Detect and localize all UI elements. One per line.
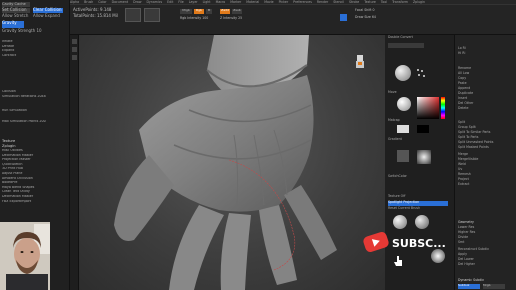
draw-mode-button[interactable] <box>125 8 141 22</box>
subscribe-overlay[interactable]: SUBSC... <box>352 228 446 268</box>
hand-sculpt-model <box>114 35 337 290</box>
zadd-button[interactable]: Zadd <box>220 8 230 14</box>
gravity-strength-slider[interactable]: Gravity Strength 10 <box>2 28 62 34</box>
focal-shift-slider[interactable]: Focal Shift 0 <box>355 8 375 13</box>
top-toolbar: ActivePoints: 9.148 TotalPoints: 15.814 … <box>70 5 516 35</box>
subtool-column: Lo Ri Hi Ri Rename All Low Copy Paste Ap… <box>455 35 516 290</box>
swatch-icon[interactable] <box>397 125 409 133</box>
viewport-canvas[interactable] <box>79 35 385 290</box>
double-convert-button[interactable]: Double Convert <box>388 35 413 40</box>
tool-tab[interactable] <box>388 43 424 48</box>
dots-alpha-icon[interactable] <box>415 67 427 79</box>
material-sphere-icon[interactable] <box>397 97 411 111</box>
gradient-label: Gradient <box>388 137 402 141</box>
max-simulation-points-slider[interactable]: Max Simulation Points 200 <box>2 120 66 125</box>
switchcolor-label: SwitchColor <box>388 174 407 178</box>
stroke-icon[interactable] <box>397 150 409 162</box>
z-intensity-slider[interactable]: Z Intensity 25 <box>220 16 242 21</box>
alpha-preview-icon[interactable] <box>431 249 445 263</box>
spotlight-projection-button[interactable]: Spotlight Projection <box>388 200 448 206</box>
simulation-iterations-slider[interactable]: Simulation Iterations 2048 <box>2 95 66 100</box>
move-mode-button[interactable] <box>144 8 160 22</box>
swatch-icon[interactable] <box>417 125 429 133</box>
simulation-section: Collision Simulation Iterations 2048 Run… <box>2 90 66 124</box>
subscribe-text[interactable]: SUBSC... <box>392 237 446 251</box>
mrgb-mode-button[interactable]: Mrgb <box>483 283 505 289</box>
plugin-item[interactable]: FBX ExportImport <box>2 200 66 205</box>
tool-icon[interactable] <box>72 55 77 60</box>
plugin-section: Texture Zplugin Misc Utilities Decimatio… <box>2 139 66 204</box>
matcap-label: Matcap <box>388 118 400 122</box>
move-brush-label: Move <box>388 90 397 94</box>
reset-current-brush-button[interactable]: Reset Current Brush <box>388 206 420 211</box>
run-simulation-button[interactable]: Run Simulation <box>2 109 66 114</box>
zsub-button[interactable]: Zsub <box>232 8 242 14</box>
subtool-mode-button[interactable]: Subtool <box>458 283 480 289</box>
allow-stretch-button[interactable]: Allow Stretch <box>2 13 30 19</box>
brush-preview-icon[interactable] <box>415 215 429 229</box>
alpha-icon[interactable] <box>417 150 431 164</box>
contract-slider[interactable]: Contract <box>2 54 66 59</box>
tool-icon[interactable] <box>72 39 77 44</box>
youtube-play-icon[interactable] <box>362 230 390 254</box>
hand-cursor-icon <box>394 256 403 266</box>
extract-header[interactable]: Extract <box>458 182 469 187</box>
delete-button[interactable]: Delete <box>458 106 468 111</box>
inflate-section: Inflate Deflate Expand Contract <box>2 40 66 58</box>
hi-ri-button[interactable]: Hi Ri <box>458 51 465 56</box>
draw-size-slider[interactable]: Draw Size 64 <box>355 15 376 20</box>
active-points-readout: ActivePoints: 9.148 <box>73 7 112 12</box>
tool-icon[interactable] <box>72 47 77 52</box>
mrgb-button[interactable]: Mrgb <box>180 8 192 14</box>
gravity-button[interactable]: Gravity <box>2 20 24 28</box>
dynamics-section: Cavity Cache Set Collision Clear Collisi… <box>2 2 66 34</box>
allow-expand-button[interactable]: Allow Expand <box>33 13 63 19</box>
dynamic-icon[interactable] <box>340 14 347 21</box>
brush-sphere-icon[interactable] <box>395 65 411 81</box>
left-tool-strip <box>70 35 79 290</box>
total-points-readout: TotalPoints: 15.814 Mil <box>73 13 118 18</box>
brush-preview-icon[interactable] <box>393 215 407 229</box>
del-higher-button[interactable]: Del Higher <box>458 262 475 267</box>
orientation-figure-icon[interactable] <box>352 53 368 69</box>
split-masked-points-button[interactable]: Split Masked Points <box>458 145 489 150</box>
rgb-button[interactable]: Rgb <box>194 8 204 14</box>
color-picker-square[interactable] <box>417 97 439 119</box>
rgb-intensity-slider[interactable]: Rgb Intensity 100 <box>180 16 208 21</box>
texture-off-label: Texture Off <box>388 194 406 198</box>
gravity-row: Gravity Gravity Strength 10 <box>2 20 66 34</box>
hue-slider[interactable] <box>441 97 445 119</box>
webcam-overlay <box>0 222 50 290</box>
m-button[interactable]: M <box>206 8 212 14</box>
smt-toggle[interactable]: Smt <box>458 240 464 245</box>
presenter-image <box>0 222 50 290</box>
